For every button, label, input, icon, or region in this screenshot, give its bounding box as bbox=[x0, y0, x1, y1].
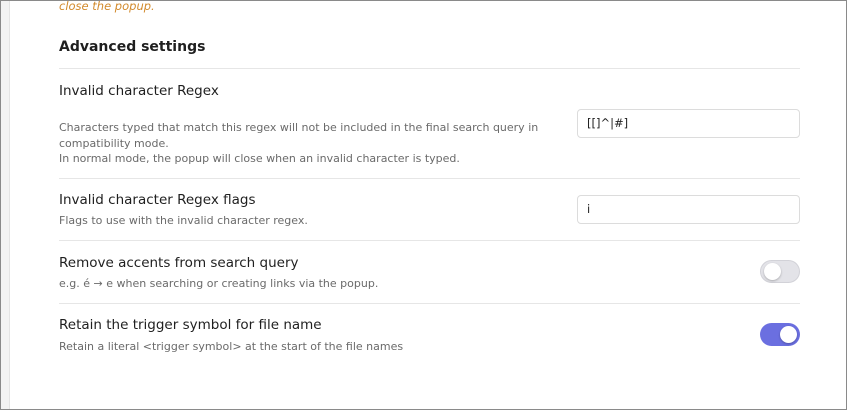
regex-flags-input[interactable]: i bbox=[577, 195, 800, 224]
setting-description: e.g. é → e when searching or creating li… bbox=[59, 276, 559, 292]
remove-accents-toggle[interactable] bbox=[760, 260, 800, 283]
setting-divider bbox=[59, 303, 800, 304]
setting-divider bbox=[59, 178, 800, 179]
description-line: Flags to use with the invalid character … bbox=[59, 214, 308, 227]
setting-description: Flags to use with the invalid character … bbox=[59, 213, 559, 229]
setting-description: Characters typed that match this regex w… bbox=[59, 120, 559, 167]
invalid-regex-input[interactable]: [[]^|#] bbox=[577, 109, 800, 138]
setting-name: Invalid character Regex flags bbox=[59, 192, 256, 208]
section-divider bbox=[59, 68, 800, 69]
description-line: Retain a literal <trigger symbol> at the… bbox=[59, 340, 404, 353]
setting-description: Retain a literal <trigger symbol> at the… bbox=[59, 339, 559, 355]
retain-trigger-toggle[interactable] bbox=[760, 323, 800, 346]
description-line: compatibility mode. bbox=[59, 136, 169, 150]
section-heading: Advanced settings bbox=[59, 39, 206, 55]
setting-name: Retain the trigger symbol for file name bbox=[59, 317, 322, 333]
settings-window: close the popup. Advanced settings Inval… bbox=[0, 0, 847, 410]
description-line: e.g. é → e when searching or creating li… bbox=[59, 277, 379, 290]
description-line: In normal mode, the popup will close whe… bbox=[59, 152, 460, 165]
setting-divider bbox=[59, 240, 800, 241]
sidebar-edge bbox=[1, 1, 10, 409]
description-line: Characters typed that match this regex w… bbox=[59, 121, 539, 134]
setting-name: Remove accents from search query bbox=[59, 255, 299, 271]
toggle-knob bbox=[764, 263, 781, 280]
toggle-knob bbox=[780, 326, 797, 343]
previous-setting-description: close the popup. bbox=[59, 0, 155, 13]
setting-name: Invalid character Regex bbox=[59, 83, 219, 99]
